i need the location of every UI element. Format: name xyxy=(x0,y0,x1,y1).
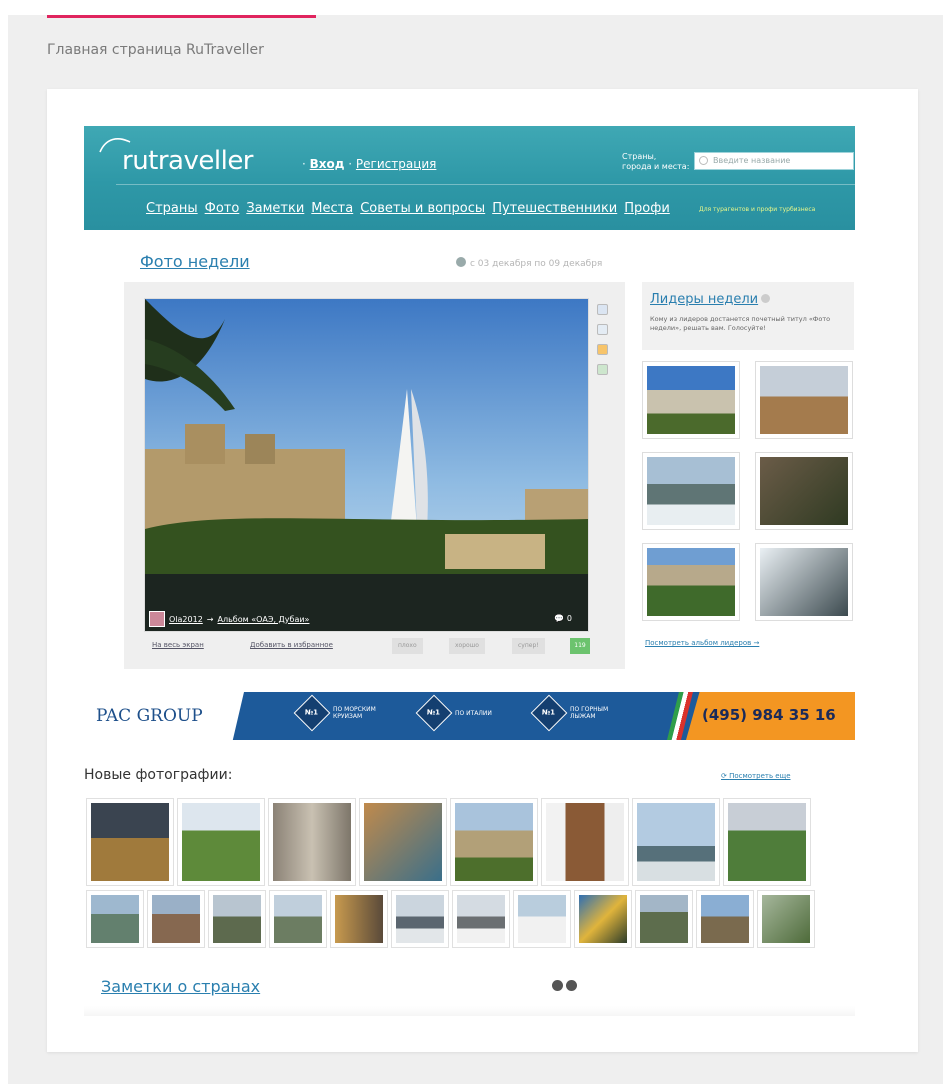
photo-thumb[interactable] xyxy=(635,890,693,948)
leader-thumb[interactable] xyxy=(755,361,853,439)
bottom-fade xyxy=(84,1006,855,1016)
photo-thumb[interactable] xyxy=(696,890,754,948)
nav-travellers[interactable]: Путешественники xyxy=(492,201,617,216)
next-arrow-icon[interactable] xyxy=(566,980,577,991)
rate-good-button[interactable]: хорошо xyxy=(449,638,485,654)
site-header: rutraveller · Вход · Регистрация Страны,… xyxy=(84,126,855,230)
photo-thumb[interactable] xyxy=(86,798,174,886)
vkontakte-icon[interactable] xyxy=(597,324,608,335)
search-icon xyxy=(699,156,708,165)
photo-actions: На весь экран Добавить в избранное плохо… xyxy=(144,638,590,654)
leader-thumb[interactable] xyxy=(755,543,853,621)
banner-badge: №1 ПО ИТАЛИИ xyxy=(415,694,492,732)
dubai-photo-image xyxy=(145,299,588,631)
photo-thumb[interactable] xyxy=(452,890,510,948)
register-link[interactable]: Регистрация xyxy=(356,157,436,171)
accent-rule xyxy=(47,15,316,18)
nav-places[interactable]: Места xyxy=(311,201,353,216)
nav-notes[interactable]: Заметки xyxy=(246,201,304,216)
rate-bad-button[interactable]: плохо xyxy=(392,638,423,654)
leader-thumb[interactable] xyxy=(642,543,740,621)
notes-pager xyxy=(552,980,577,991)
favorite-button[interactable]: Добавить в избранное xyxy=(250,641,333,649)
week-dates: с 03 декабря по 09 декабря xyxy=(456,257,602,269)
banner-phone: (495) 984 35 16 xyxy=(702,706,836,724)
country-notes-title[interactable]: Заметки о странах xyxy=(101,977,260,996)
login-link[interactable]: Вход xyxy=(310,157,345,171)
photo-thumb[interactable] xyxy=(574,890,632,948)
nav-pro-note[interactable]: Для турагентов и профи турбизнеса xyxy=(699,206,815,213)
photo-thumb[interactable] xyxy=(450,798,538,886)
leader-thumb[interactable] xyxy=(755,452,853,530)
rate-count-badge: 119 xyxy=(570,638,590,654)
search-label: Страны, города и места: xyxy=(622,152,690,171)
rate-super-button[interactable]: супер! xyxy=(512,638,545,654)
comments-count[interactable]: 💬 0 xyxy=(554,614,572,623)
author-link[interactable]: Ola2012 xyxy=(169,615,203,624)
main-photo[interactable]: Ola2012 → Альбом «ОАЭ, Дубаи» 💬 0 xyxy=(144,298,589,632)
photo-thumb[interactable] xyxy=(359,798,447,886)
fullscreen-button[interactable]: На весь экран xyxy=(152,641,204,649)
pacgroup-logo: PAC GROUP xyxy=(96,706,203,726)
page-caption: Главная страница RuTraveller xyxy=(47,42,264,58)
banner-badge: №1 ПО МОРСКИМ КРУИЗАМ xyxy=(293,694,385,732)
search-input[interactable]: Введите название xyxy=(694,152,854,170)
header-divider xyxy=(116,184,855,185)
leader-thumb[interactable] xyxy=(642,361,740,439)
photo-thumb[interactable] xyxy=(268,798,356,886)
nav-countries[interactable]: Страны xyxy=(146,201,198,216)
leaders-panel: Лидеры недели Кому из лидеров достанется… xyxy=(642,282,854,350)
photo-thumb[interactable] xyxy=(269,890,327,948)
album-link[interactable]: Альбом «ОАЭ, Дубаи» xyxy=(217,615,309,624)
share-bar xyxy=(597,304,608,384)
photo-author: Ola2012 → Альбом «ОАЭ, Дубаи» xyxy=(149,611,309,627)
banner-badge: №1 ПО ГОРНЫМ ЛЫЖАМ xyxy=(530,694,616,732)
main-nav: Страны Фото Заметки Места Советы и вопро… xyxy=(146,201,670,216)
site-logo[interactable]: rutraveller xyxy=(122,146,254,176)
avatar[interactable] xyxy=(149,611,165,627)
leaders-description: Кому из лидеров достанется почетный титу… xyxy=(650,315,831,332)
photo-thumb[interactable] xyxy=(147,890,205,948)
photo-of-week-title[interactable]: Фото недели xyxy=(140,252,250,271)
odnoklassniki-icon[interactable] xyxy=(597,344,608,355)
auth-links: · Вход · Регистрация xyxy=(302,157,437,171)
mail-icon[interactable] xyxy=(597,364,608,375)
photo-of-week-panel: Ola2012 → Альбом «ОАЭ, Дубаи» 💬 0 На вес… xyxy=(124,282,625,669)
site-mockup: rutraveller · Вход · Регистрация Страны,… xyxy=(84,126,855,1016)
see-more-link[interactable]: ⟳ Посмотреть еще xyxy=(721,772,791,780)
nav-advice[interactable]: Советы и вопросы xyxy=(360,201,485,216)
see-leaders-album-link[interactable]: Посмотреть альбом лидеров → xyxy=(645,639,759,647)
photo-thumb[interactable] xyxy=(86,890,144,948)
calendar-icon xyxy=(456,257,466,267)
facebook-icon[interactable] xyxy=(597,304,608,315)
nav-pro[interactable]: Профи xyxy=(624,201,670,216)
photo-thumb[interactable] xyxy=(632,798,720,886)
pacgroup-banner[interactable]: PAC GROUP №1 ПО МОРСКИМ КРУИЗАМ №1 ПО ИТ… xyxy=(84,692,855,740)
photo-thumb[interactable] xyxy=(541,798,629,886)
nav-photo[interactable]: Фото xyxy=(205,201,240,216)
new-photos-title: Новые фотографии: xyxy=(84,767,233,783)
photo-thumb[interactable] xyxy=(208,890,266,948)
photo-thumb[interactable] xyxy=(723,798,811,886)
photo-thumb[interactable] xyxy=(757,890,815,948)
search-placeholder: Введите название xyxy=(713,156,791,165)
screenshot-card: rutraveller · Вход · Регистрация Страны,… xyxy=(47,89,918,1052)
photo-thumb[interactable] xyxy=(513,890,571,948)
help-icon[interactable] xyxy=(761,294,771,303)
photo-thumb[interactable] xyxy=(391,890,449,948)
prev-arrow-icon[interactable] xyxy=(552,980,563,991)
photo-thumb[interactable] xyxy=(330,890,388,948)
leader-thumb[interactable] xyxy=(642,452,740,530)
photo-thumb[interactable] xyxy=(177,798,265,886)
leaders-title: Лидеры недели xyxy=(650,292,771,307)
